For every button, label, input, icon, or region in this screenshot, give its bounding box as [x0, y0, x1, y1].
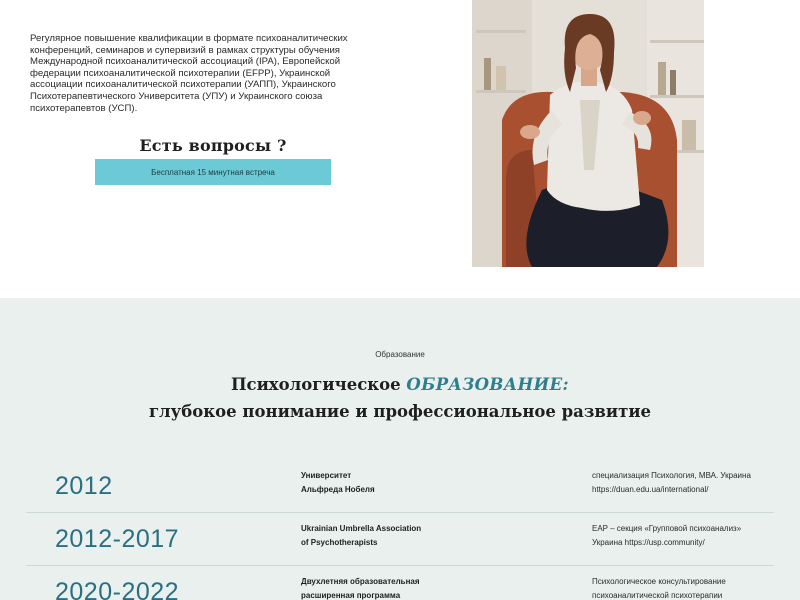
specialization-line: Украина https://usp.community/ — [592, 537, 705, 547]
education-year: 2012 — [55, 472, 113, 500]
education-institution: Ukrainian Umbrella Association of Psycho… — [301, 522, 471, 549]
education-section: Образование Психологическое ОБРАЗОВАНИЕ:… — [0, 298, 800, 600]
intro-text: Регулярное повышение квалификации в форм… — [30, 33, 348, 114]
institution-line: Альфреда Нобеля — [301, 484, 375, 494]
institution-line: Двухлетняя образовательная — [301, 577, 420, 586]
education-year: 2012-2017 — [55, 525, 180, 553]
specialization-line: специализация Психология, МВА. Украина — [592, 471, 751, 480]
education-kicker: Образование — [375, 350, 425, 359]
specialization-line: EAP – секция «Групповой психоанализ» — [592, 524, 742, 533]
free-meeting-button[interactable]: Бесплатная 15 минутная встреча — [95, 159, 331, 185]
education-institution: Двухлетняя образовательная расширенная п… — [301, 575, 471, 600]
about-section: Регулярное повышение квалификации в форм… — [0, 0, 800, 298]
education-specialization: EAP – секция «Групповой психоанализ» Укр… — [592, 522, 774, 549]
education-specialization: Психологическое консультирование психоан… — [592, 575, 774, 600]
institution-line: расширенная программа — [301, 590, 401, 600]
education-heading-pre: Психологическое — [230, 375, 407, 394]
education-row: 2012 Университет Альфреда Нобеля специал… — [26, 460, 774, 513]
institution-line: Ukrainian Umbrella Association — [301, 524, 422, 533]
education-row: 2020-2022 Двухлетняя образовательная рас… — [26, 566, 774, 600]
education-row: 2012-2017 Ukrainian Umbrella Association… — [26, 513, 774, 566]
institution-line: Университет — [301, 471, 352, 480]
education-institution: Университет Альфреда Нобеля — [301, 469, 471, 496]
education-specialization: специализация Психология, МВА. Украина h… — [592, 469, 774, 496]
institution-line: of Psychotherapists — [301, 537, 378, 547]
specialization-link: https://duan.edu.ua/international/ — [592, 484, 709, 494]
education-heading-line2: глубокое понимание и профессиональное ра… — [148, 402, 652, 421]
education-list: 2012 Университет Альфреда Нобеля специал… — [26, 460, 774, 600]
education-heading: Психологическое ОБРАЗОВАНИЕ: глубокое по… — [0, 371, 800, 425]
education-year: 2020-2022 — [55, 578, 180, 600]
specialization-line: Психологическое консультирование — [592, 577, 726, 586]
education-heading-accent: ОБРАЗОВАНИЕ: — [406, 375, 570, 394]
questions-title: Есть вопросы ? — [139, 136, 287, 155]
therapist-photo — [472, 0, 704, 267]
specialization-line: психоаналитической психотерапии — [592, 590, 723, 600]
